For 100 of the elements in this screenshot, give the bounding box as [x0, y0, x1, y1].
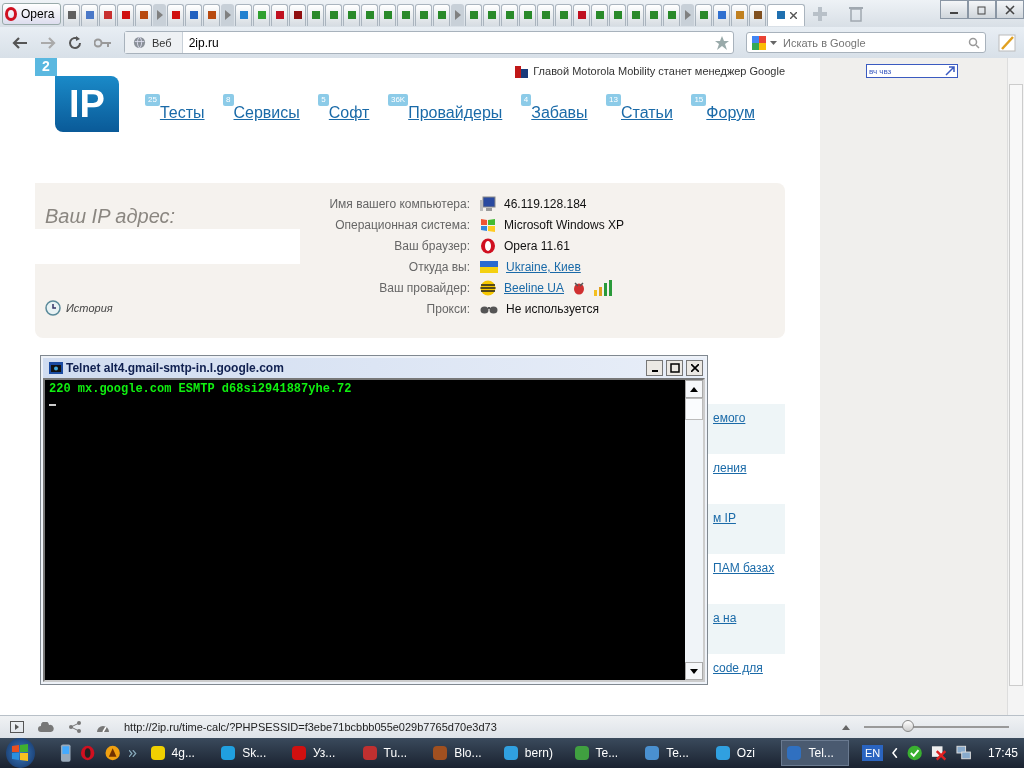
- scroll-down-icon[interactable]: [690, 668, 698, 674]
- browser-tab[interactable]: [203, 3, 221, 26]
- shield-check-icon[interactable]: [907, 745, 923, 761]
- search-icon[interactable]: [968, 36, 980, 49]
- phone-icon[interactable]: [59, 744, 72, 762]
- browser-tab[interactable]: [379, 3, 397, 26]
- search-bar[interactable]: Искать в Google: [746, 32, 986, 53]
- minimize-button[interactable]: [646, 360, 663, 376]
- opera-menu-button[interactable]: Opera: [2, 2, 62, 25]
- share-icon[interactable]: [68, 721, 82, 733]
- nav-link[interactable]: Форум: [706, 104, 755, 122]
- star-icon[interactable]: [715, 35, 729, 50]
- browser-tab[interactable]: [361, 3, 379, 26]
- maximize-button[interactable]: [666, 360, 683, 376]
- zoom-up-icon[interactable]: [842, 724, 850, 730]
- widget-link[interactable]: вч чвз: [866, 64, 958, 78]
- browser-tab[interactable]: [185, 3, 203, 26]
- tab-stack-button[interactable]: [451, 3, 465, 26]
- scroll-thumb[interactable]: [685, 398, 703, 420]
- article-link[interactable]: code для: [713, 661, 763, 675]
- google-logo-icon[interactable]: [752, 35, 766, 50]
- tab-stack-button[interactable]: [681, 3, 695, 26]
- taskbar-item[interactable]: Уз...: [286, 740, 349, 766]
- browser-tab[interactable]: [433, 3, 451, 26]
- browser-tab[interactable]: [713, 3, 731, 26]
- taskbar-item[interactable]: Tu...: [357, 740, 420, 766]
- scroll-up-icon[interactable]: [690, 386, 698, 392]
- info-link[interactable]: Beeline UA: [504, 280, 565, 296]
- browser-tab[interactable]: [235, 3, 253, 26]
- warning-circle-icon[interactable]: [104, 745, 120, 761]
- overflow-chevron-icon[interactable]: [128, 749, 137, 757]
- nav-link[interactable]: Забавы: [531, 104, 588, 122]
- taskbar-item[interactable]: Te...: [569, 740, 632, 766]
- browser-tab[interactable]: [695, 3, 713, 26]
- close-button[interactable]: [686, 360, 703, 376]
- tab-stack-button[interactable]: [153, 3, 167, 26]
- reload-icon[interactable]: [68, 35, 82, 50]
- close-button[interactable]: [996, 0, 1024, 19]
- taskbar-item[interactable]: Blo...: [428, 740, 490, 766]
- browser-tab[interactable]: [501, 3, 519, 26]
- cloud-icon[interactable]: [38, 722, 54, 732]
- tray-chevron-icon[interactable]: [892, 748, 898, 758]
- notes-icon[interactable]: [998, 33, 1016, 52]
- browser-tab[interactable]: [415, 3, 433, 26]
- browser-tab[interactable]: [117, 3, 135, 26]
- language-indicator[interactable]: EN: [861, 745, 884, 761]
- back-icon[interactable]: [12, 35, 28, 50]
- taskbar-item[interactable]: 4g...: [145, 740, 208, 766]
- browser-tab[interactable]: [81, 3, 99, 26]
- tab-stack-button[interactable]: [221, 3, 235, 26]
- browser-tab[interactable]: [307, 3, 325, 26]
- taskbar-item[interactable]: bern): [498, 740, 561, 766]
- browser-tab[interactable]: [167, 3, 185, 26]
- browser-tab[interactable]: [645, 3, 663, 26]
- browser-tab[interactable]: [663, 3, 681, 26]
- article-link[interactable]: а на: [713, 611, 737, 625]
- address-field[interactable]: Веб 2ip.ru: [124, 31, 734, 54]
- taskbar-item[interactable]: Sk...: [216, 740, 278, 766]
- browser-tab[interactable]: [325, 3, 343, 26]
- flag-cross-icon[interactable]: [931, 745, 947, 761]
- article-link[interactable]: ПАМ базах: [713, 561, 775, 575]
- browser-tab[interactable]: [627, 3, 645, 26]
- taskbar-item[interactable]: Tel...: [781, 740, 849, 766]
- key-icon[interactable]: [94, 37, 112, 48]
- browser-tab[interactable]: [519, 3, 537, 26]
- browser-tab[interactable]: [537, 3, 555, 26]
- browser-tab[interactable]: [555, 3, 573, 26]
- browser-tab[interactable]: [767, 3, 806, 26]
- browser-tab[interactable]: [289, 3, 307, 26]
- nav-link[interactable]: Сервисы: [233, 104, 300, 122]
- news-link[interactable]: Главой Motorola Mobility станет менеджер Google: [533, 65, 785, 77]
- browser-tab[interactable]: [343, 3, 361, 26]
- start-button[interactable]: [6, 738, 35, 768]
- nav-link[interactable]: Провайдеры: [408, 104, 503, 122]
- nav-link[interactable]: Тесты: [159, 104, 205, 122]
- article-link[interactable]: ления: [713, 461, 747, 475]
- browser-tab[interactable]: [609, 3, 627, 26]
- taskbar-item[interactable]: Ozi: [710, 740, 773, 766]
- info-link[interactable]: Ukraine, Киев: [506, 259, 581, 275]
- browser-tab[interactable]: [397, 3, 415, 26]
- browser-tab[interactable]: [465, 3, 483, 26]
- history-link[interactable]: История: [66, 302, 113, 314]
- browser-tab[interactable]: [573, 3, 591, 26]
- nav-link[interactable]: Статьи: [621, 104, 673, 122]
- browser-tab[interactable]: [135, 3, 153, 26]
- article-link[interactable]: м IP: [713, 511, 736, 525]
- browser-tab[interactable]: [99, 3, 117, 26]
- browser-tab[interactable]: [749, 3, 767, 26]
- nav-link[interactable]: Софт: [328, 104, 370, 122]
- opera-icon[interactable]: [80, 745, 96, 761]
- scrollbar[interactable]: [685, 380, 703, 680]
- browser-tab[interactable]: [483, 3, 501, 26]
- minimize-button[interactable]: [940, 0, 968, 19]
- article-link[interactable]: емого: [713, 411, 746, 425]
- panel-toggle-icon[interactable]: [10, 721, 24, 733]
- page-scrollbar[interactable]: [1007, 58, 1024, 715]
- browser-tab[interactable]: [271, 3, 289, 26]
- taskbar-item[interactable]: Te...: [640, 740, 702, 766]
- network-icon[interactable]: [955, 745, 971, 761]
- dropdown-caret-icon[interactable]: [770, 40, 777, 45]
